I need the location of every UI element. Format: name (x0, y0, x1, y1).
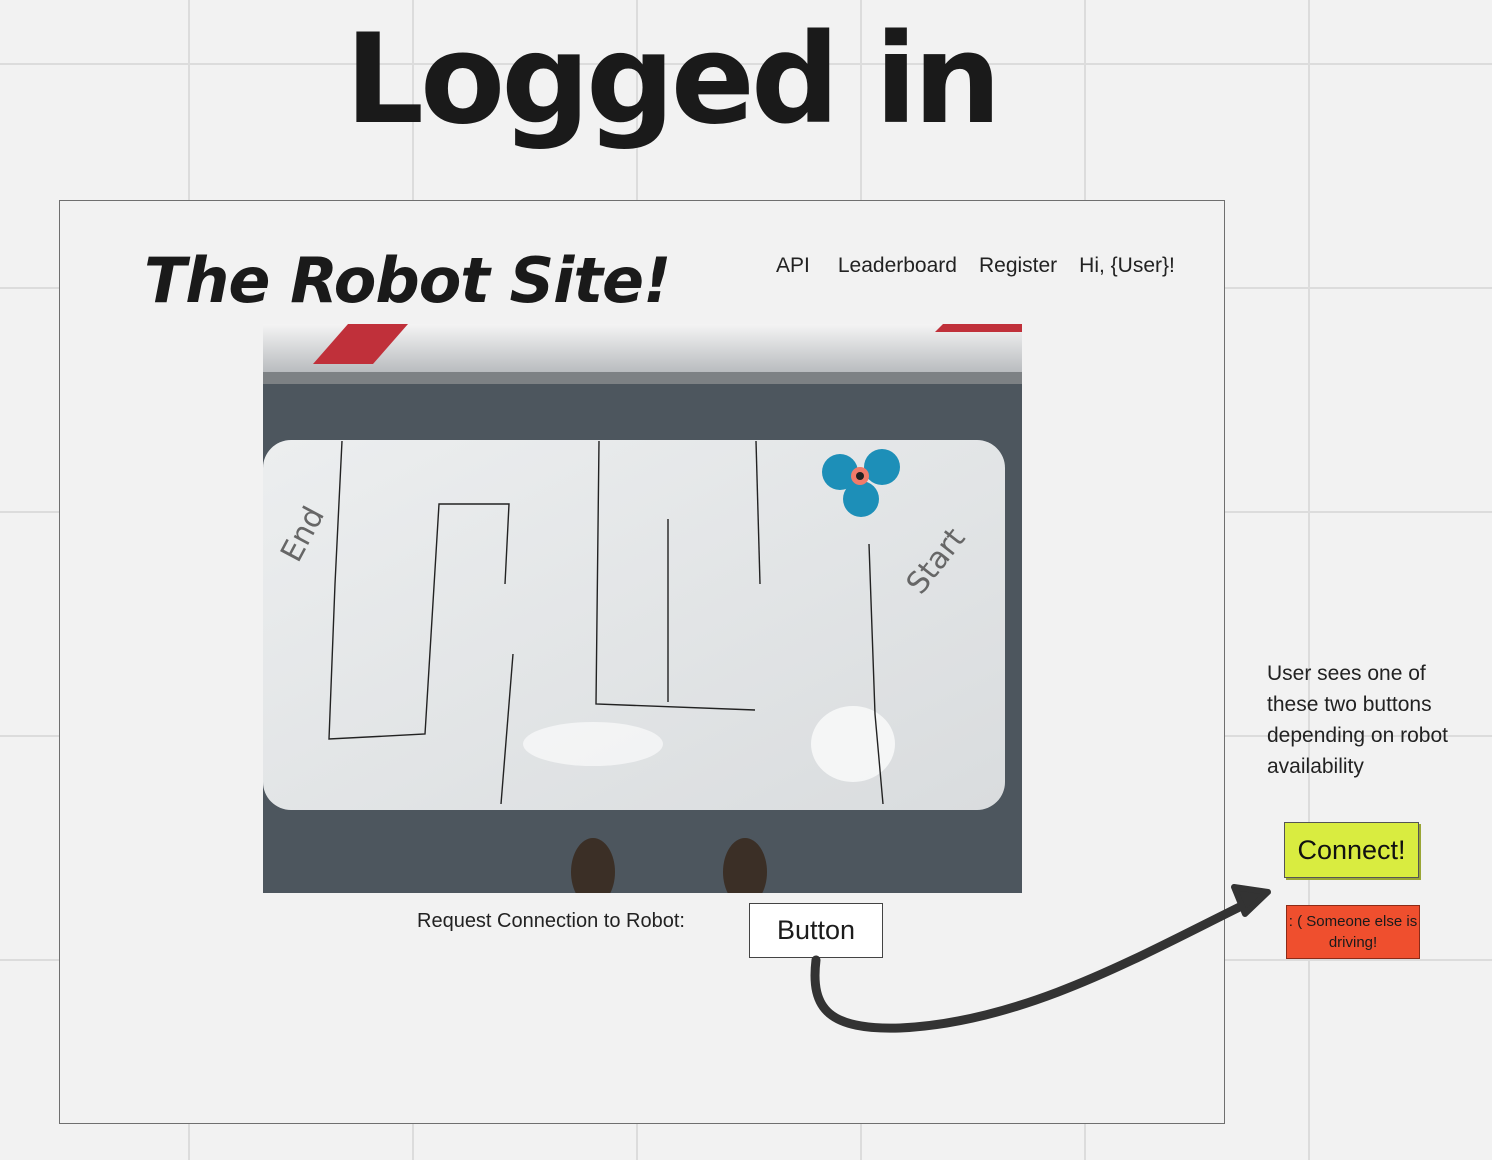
baseboard (263, 372, 1022, 384)
top-nav: API Leaderboard Register Hi, {User}! (776, 254, 1175, 278)
request-connection-button[interactable]: Button (749, 903, 883, 958)
wireframe-frame: The Robot Site! API Leaderboard Register… (59, 200, 1225, 1124)
connect-button[interactable]: Connect! (1284, 822, 1419, 878)
glare (811, 706, 895, 782)
robot-busy-badge: : ( Someone else is driving! (1286, 905, 1420, 959)
nav-link-leaderboard[interactable]: Leaderboard (838, 254, 957, 278)
nav-link-api[interactable]: API (776, 254, 810, 278)
glare (523, 722, 663, 766)
nav-link-register[interactable]: Register (979, 254, 1057, 278)
wall-stripe (935, 324, 1022, 332)
site-title: The Robot Site! (144, 244, 671, 317)
nav-user-greeting[interactable]: Hi, {User}! (1079, 254, 1175, 278)
request-connection-label: Request Connection to Robot: (417, 910, 685, 932)
board-title: Logged in (345, 8, 1002, 152)
robot-maze-photo: End Start (263, 324, 1022, 893)
annotation-note: User sees one of these two buttons depen… (1267, 662, 1448, 778)
